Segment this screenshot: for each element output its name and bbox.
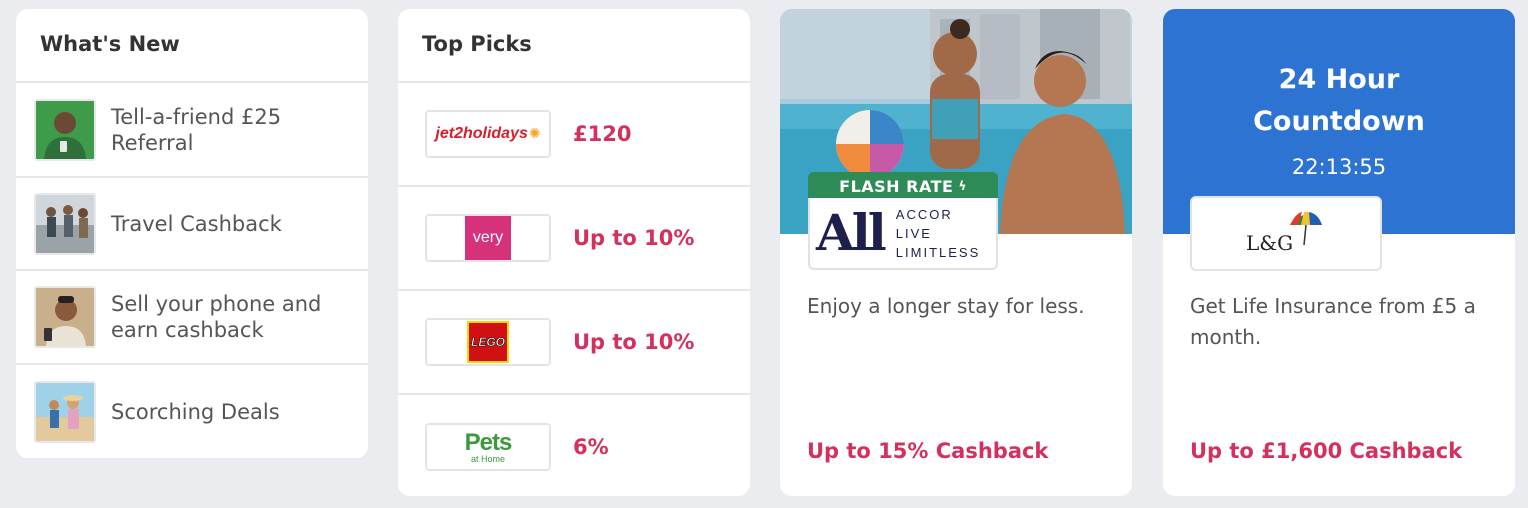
top-picks-title: Top Picks [398, 9, 750, 83]
top-pick-very[interactable]: very Up to 10% [398, 187, 750, 291]
cashback-rate: Up to 10% [573, 330, 695, 354]
travel-thumbnail [34, 192, 96, 255]
cashback-rate: 6% [573, 435, 609, 459]
lg-offer-card[interactable]: 24 Hour Countdown 22:13:55 L&G Get Life … [1163, 9, 1515, 496]
umbrella-icon [1290, 211, 1322, 245]
offer-description: Get Life Insurance from £5 a month. [1190, 294, 1476, 349]
whats-new-title: What's New [16, 9, 368, 83]
cashback-rate: £120 [573, 122, 632, 146]
cashback-rate: Up to 10% [573, 226, 695, 250]
countdown-title: 24 Hour Countdown [1253, 64, 1425, 137]
lightning-icon: ϟ [958, 179, 967, 193]
phone-thumbnail [34, 286, 96, 348]
whats-new-item-travel[interactable]: Travel Cashback [16, 178, 368, 271]
jet2holidays-logo: jet2holidays ✺ [425, 110, 551, 158]
whats-new-item-scorching-deals[interactable]: Scorching Deals [16, 365, 368, 458]
offer-cashback: Up to 15% Cashback [807, 439, 1049, 463]
whats-new-item-label: Tell-a-friend £25 Referral [111, 104, 282, 155]
very-logo: very [425, 214, 551, 262]
offer-description: Enjoy a longer stay for less. [807, 294, 1085, 318]
whats-new-item-label: Sell your phone and earn cashback [111, 292, 322, 342]
countdown-timer: 22:13:55 [1291, 155, 1387, 179]
whats-new-card: What's New Tell-a-friend £25 Referral Tr… [16, 9, 368, 458]
accor-logo: All ACCOR LIVE LIMITLESS [808, 198, 998, 270]
accor-offer-card[interactable]: FLASH RATE ϟ All ACCOR LIVE LIMITLESS En… [780, 9, 1132, 496]
flash-rate-badge: FLASH RATE ϟ [808, 172, 998, 200]
referral-thumbnail [34, 98, 96, 161]
lego-logo: LEGO [425, 318, 551, 366]
top-pick-pets-at-home[interactable]: Pets at Home 6% [398, 395, 750, 496]
whats-new-item-label: Scorching Deals [111, 400, 280, 424]
pets-at-home-logo: Pets at Home [425, 423, 551, 471]
offer-cashback: Up to £1,600 Cashback [1190, 439, 1463, 463]
whats-new-item-referral[interactable]: Tell-a-friend £25 Referral [16, 83, 368, 178]
top-pick-lego[interactable]: LEGO Up to 10% [398, 291, 750, 395]
lg-logo: L&G [1190, 196, 1382, 271]
whats-new-item-label: Travel Cashback [111, 211, 282, 236]
top-pick-jet2holidays[interactable]: jet2holidays ✺ £120 [398, 83, 750, 187]
whats-new-item-sell-phone[interactable]: Sell your phone and earn cashback [16, 271, 368, 365]
sun-icon: ✺ [528, 126, 541, 142]
beach-thumbnail [34, 381, 96, 443]
top-picks-card: Top Picks jet2holidays ✺ £120 very Up to… [398, 9, 750, 496]
